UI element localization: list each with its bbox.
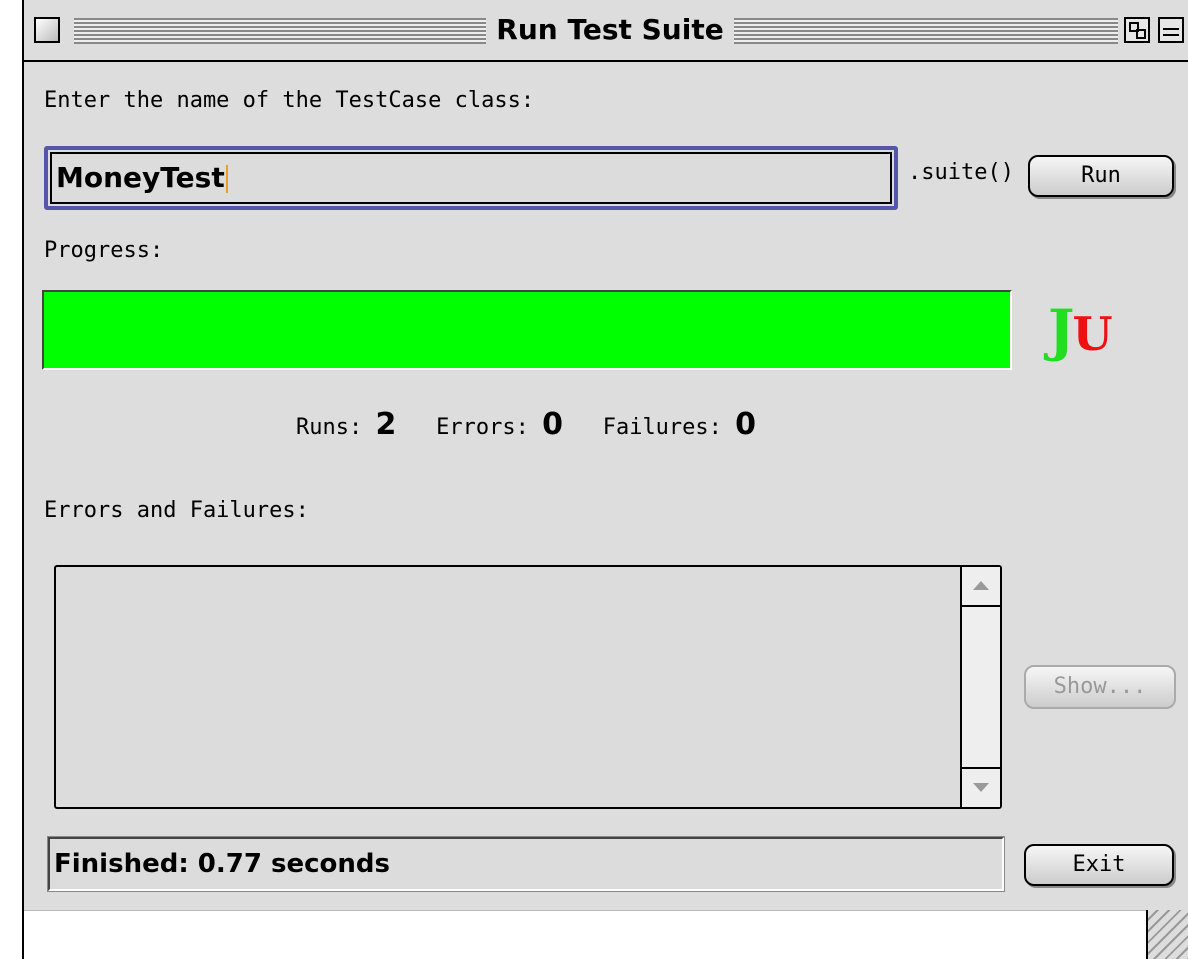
testcase-class-input-text-area[interactable]: MoneyTest (50, 152, 892, 204)
progress-bar (42, 290, 1012, 370)
junit-logo-icon: JU (1048, 296, 1113, 369)
progress-label: Progress: (44, 238, 164, 263)
run-test-suite-window: Run Test Suite Enter the name of the Tes… (22, 0, 1188, 959)
text-caret (225, 165, 228, 193)
show-button[interactable]: Show... (1024, 665, 1176, 709)
title-bar[interactable]: Run Test Suite (24, 0, 1188, 62)
progress-bar-fill (44, 292, 1010, 368)
resize-grip-icon[interactable] (1146, 910, 1188, 959)
testcase-class-value: MoneyTest (56, 161, 225, 194)
title-stripes-right (734, 18, 1118, 44)
junit-logo-u: U (1072, 307, 1113, 361)
testcase-class-input[interactable]: MoneyTest (44, 146, 898, 210)
counters-row: Runs: 2 Errors: 0 Failures: 0 (296, 410, 756, 443)
scroll-up-arrow-icon[interactable] (962, 567, 1000, 607)
suite-suffix-label: .suite() (908, 160, 1014, 185)
runs-label: Runs: (296, 415, 363, 440)
run-button[interactable]: Run (1028, 155, 1174, 197)
status-field: Finished: 0.77 seconds (47, 836, 1005, 892)
collapse-box-icon[interactable] (1158, 17, 1184, 43)
scroll-down-arrow-icon[interactable] (962, 767, 1000, 807)
close-box-icon[interactable] (34, 17, 60, 43)
exit-button[interactable]: Exit (1024, 844, 1174, 886)
window-bottom-strip (24, 910, 1188, 959)
window-title: Run Test Suite (486, 13, 734, 47)
errors-list-scrollbar[interactable] (960, 567, 1000, 807)
junit-logo-j: J (1048, 298, 1074, 364)
class-prompt-label: Enter the name of the TestCase class: (44, 88, 535, 113)
runs-count: 2 (375, 407, 397, 442)
errors-count: 0 (542, 407, 563, 442)
zoom-box-icon[interactable] (1124, 17, 1150, 43)
errors-and-failures-label: Errors and Failures: (44, 498, 309, 523)
errors-and-failures-list[interactable] (54, 565, 1002, 809)
failures-label: Failures: (602, 415, 722, 440)
errors-label: Errors: (436, 415, 529, 440)
title-stripes-left (74, 18, 486, 44)
failures-count: 0 (735, 407, 757, 442)
